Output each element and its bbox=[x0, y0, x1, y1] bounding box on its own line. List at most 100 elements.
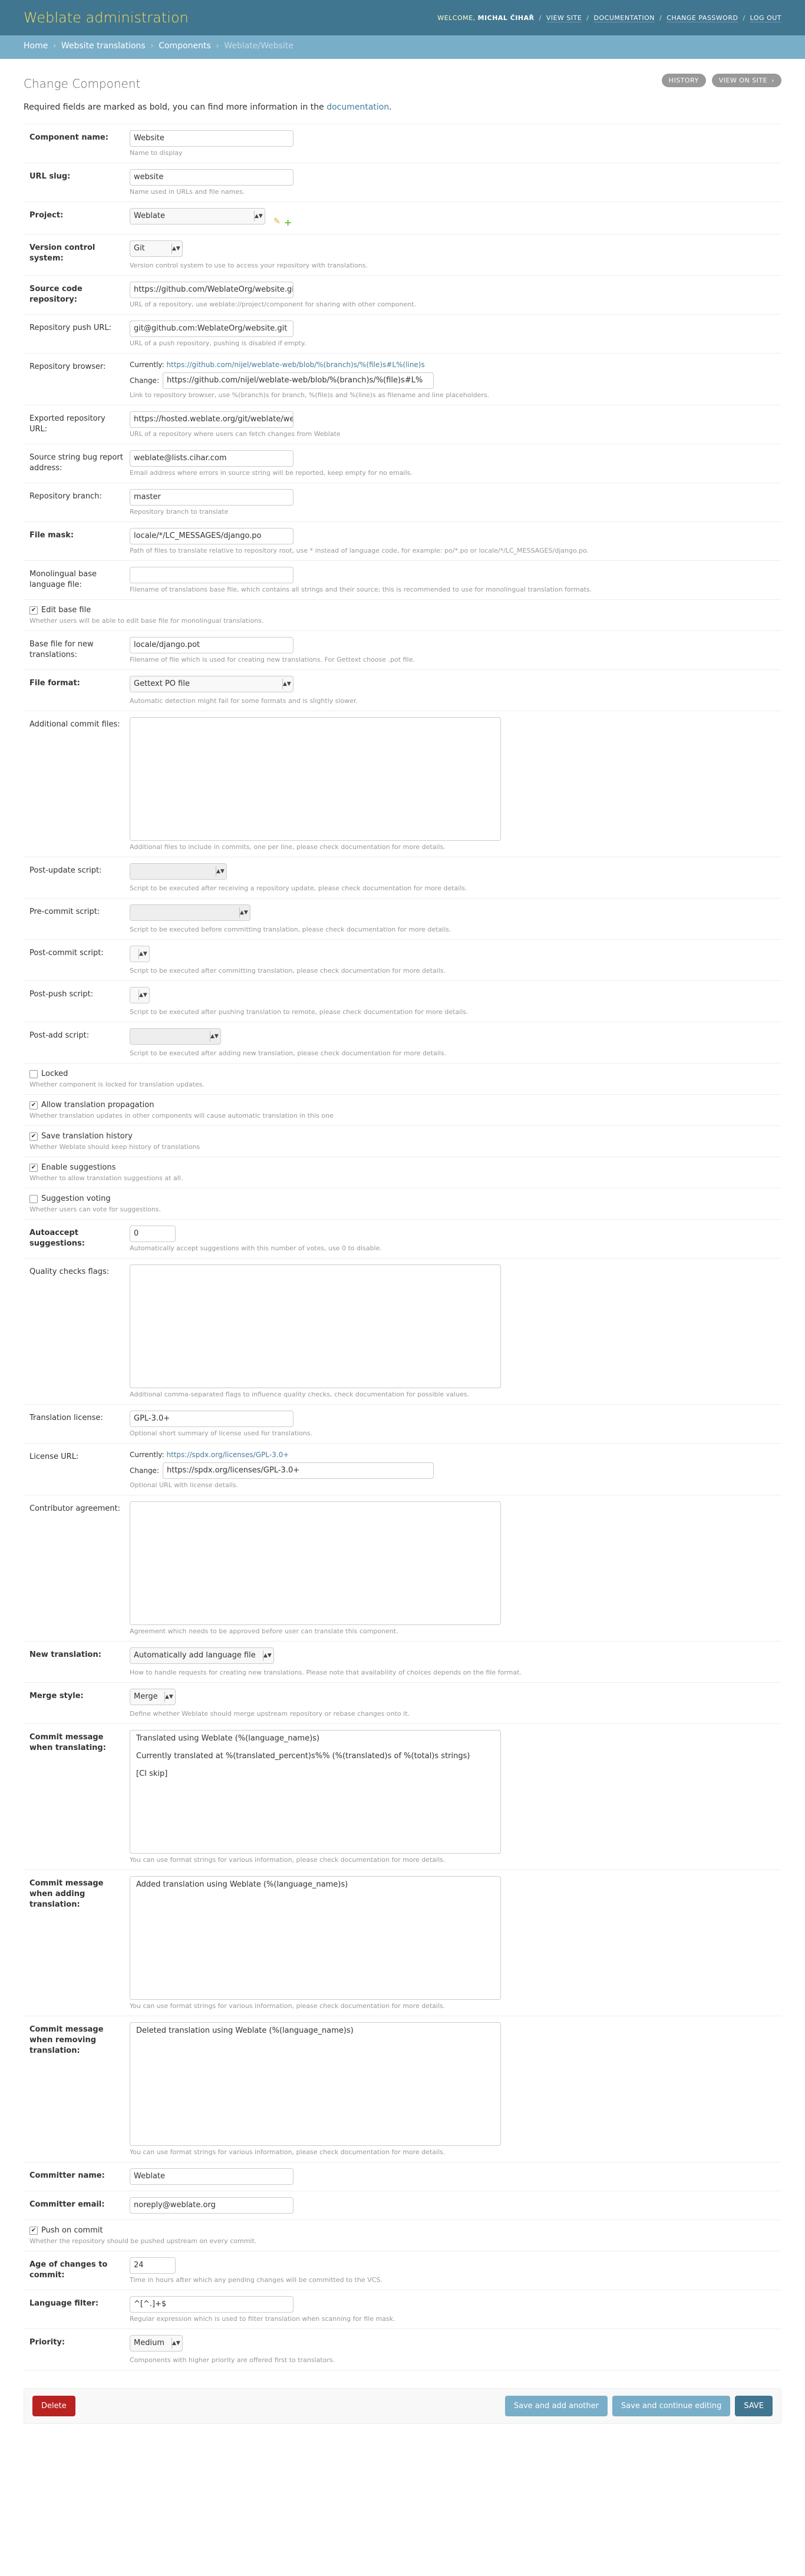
add-project-icon[interactable]: + bbox=[284, 217, 292, 228]
repo-browser-link[interactable]: https://github.com/nijel/weblate-web/blo… bbox=[167, 361, 425, 369]
field-row-bug: Source string bug report address: weblat… bbox=[24, 444, 781, 483]
breadcrumb-app[interactable]: Website translations bbox=[61, 41, 146, 51]
push-url-input[interactable]: git@github.com:WeblateOrg/website.git bbox=[130, 321, 293, 337]
help-text: Repository branch to translate bbox=[130, 508, 229, 516]
submit-row: Delete Save and add another Save and con… bbox=[24, 2388, 781, 2424]
change-label: Change: bbox=[130, 377, 159, 385]
propagation-checkbox[interactable]: ✔ bbox=[29, 1101, 38, 1109]
intro-text: Required fields are marked as bold, you … bbox=[24, 103, 392, 112]
help-text: Whether users can vote for suggestions. bbox=[29, 1206, 161, 1213]
field-label: License URL: bbox=[29, 1452, 79, 1461]
chevron-down-icon: ▲▼ bbox=[263, 1650, 272, 1661]
new-base-input[interactable]: locale/django.pot bbox=[130, 637, 293, 653]
history-checkbox[interactable]: ✔ bbox=[29, 1132, 38, 1141]
field-row-merge: Merge style: Merge ▲▼ Define whether Webl… bbox=[24, 1683, 781, 1724]
commit-message-textarea[interactable]: Translated using Weblate (%(language_nam… bbox=[130, 1730, 501, 1854]
help-text: Script to be executed after pushing tran… bbox=[130, 1008, 469, 1016]
field-row-slug: URL slug: website Name used in URLs and … bbox=[24, 163, 781, 202]
suggestions-checkbox[interactable]: ✔ bbox=[29, 1163, 38, 1172]
repo-browser-input[interactable]: https://github.com/nijel/weblate-web/blo… bbox=[163, 372, 434, 389]
documentation-inline-link[interactable]: documentation bbox=[326, 103, 389, 112]
field-label: Contributor agreement: bbox=[29, 1504, 120, 1513]
post-add-select[interactable]: ▲▼ bbox=[130, 1028, 221, 1045]
new-translation-select[interactable]: Automatically add language file ▲▼ bbox=[130, 1647, 274, 1664]
commit-age-input[interactable]: 24 bbox=[130, 2257, 176, 2274]
voting-checkbox[interactable] bbox=[29, 1194, 38, 1203]
slug-input[interactable]: website bbox=[130, 169, 293, 186]
post-update-select[interactable]: ▲▼ bbox=[130, 863, 227, 880]
push-on-commit-checkbox[interactable]: ✔ bbox=[29, 2226, 38, 2235]
save-button[interactable]: SAVE bbox=[735, 2396, 773, 2416]
autoaccept-input[interactable]: 0 bbox=[130, 1226, 176, 1242]
help-text: URL of a repository where users can fetc… bbox=[130, 430, 341, 438]
field-row-new-base: Base file for new translations: locale/d… bbox=[24, 631, 781, 670]
help-text: Automatic detection might fail for some … bbox=[130, 697, 358, 705]
language-filter-input[interactable]: ^[^.]+$ bbox=[130, 2296, 293, 2313]
field-row-monolingual: Monolingual base language file: Filename… bbox=[24, 561, 781, 600]
change-password-link[interactable]: Change password bbox=[667, 14, 738, 22]
exported-url-input[interactable]: https://hosted.weblate.org/git/weblate/w… bbox=[130, 411, 293, 428]
file-format-select[interactable]: Gettext PO file ▲▼ bbox=[130, 676, 293, 692]
field-row-file-format: File format: Gettext PO file ▲▼ Automatic… bbox=[24, 670, 781, 711]
field-label: Commit message when adding translation: bbox=[29, 1879, 104, 1910]
breadcrumb-components[interactable]: Components bbox=[159, 41, 211, 51]
help-text: Whether to allow translation suggestions… bbox=[29, 1174, 183, 1182]
agreement-textarea[interactable] bbox=[130, 1501, 501, 1625]
check-flags-textarea[interactable] bbox=[130, 1264, 501, 1388]
post-push-select[interactable]: ▲▼ bbox=[130, 987, 150, 1003]
help-text: Regular expression which is used to filt… bbox=[130, 2315, 395, 2323]
header: Weblate administration Welcome, Michal Č… bbox=[0, 0, 805, 35]
help-text: Components with higher priority are offe… bbox=[130, 2356, 335, 2364]
field-row-project: Project: Weblate ▲▼ ✎ + bbox=[24, 202, 781, 235]
help-text: Script to be executed after committing t… bbox=[130, 967, 446, 975]
help-text: Name to display bbox=[130, 149, 183, 157]
documentation-link[interactable]: Documentation bbox=[593, 14, 655, 22]
save-continue-button[interactable]: Save and continue editing bbox=[612, 2396, 731, 2416]
edit-project-icon[interactable]: ✎ bbox=[273, 217, 281, 228]
logout-link[interactable]: Log out bbox=[750, 14, 781, 22]
post-commit-select[interactable]: ▲▼ bbox=[130, 946, 150, 962]
field-label: Repository browser: bbox=[29, 362, 106, 371]
monolingual-input[interactable] bbox=[130, 567, 293, 583]
priority-select[interactable]: Medium ▲▼ bbox=[130, 2335, 183, 2352]
license-url-input[interactable]: https://spdx.org/licenses/GPL-3.0+ bbox=[163, 1462, 434, 1479]
help-text: Whether translation updates in other com… bbox=[29, 1112, 334, 1119]
edit-base-file-checkbox[interactable]: ✔ bbox=[29, 606, 38, 615]
repo-input[interactable]: https://github.com/WeblateOrg/website.gi… bbox=[130, 282, 293, 298]
breadcrumb-home[interactable]: Home bbox=[24, 41, 48, 51]
pre-commit-select[interactable]: ▲▼ bbox=[130, 904, 250, 921]
field-label: Source string bug report address: bbox=[29, 453, 123, 473]
view-site-link[interactable]: View site bbox=[546, 14, 582, 22]
field-row-agreement: Contributor agreement: Agreement which n… bbox=[24, 1495, 781, 1642]
field-row-branch: Repository branch: master Repository bra… bbox=[24, 483, 781, 522]
committer-name-input[interactable]: Weblate bbox=[130, 2168, 293, 2185]
chevron-down-icon: ▲▼ bbox=[171, 243, 180, 254]
delete-button[interactable]: Delete bbox=[32, 2396, 75, 2416]
history-button[interactable]: History bbox=[661, 74, 706, 87]
delete-message-textarea[interactable]: Deleted translation using Weblate (%(lan… bbox=[130, 2022, 501, 2146]
field-row-extra-commit: Additional commit files: Additional file… bbox=[24, 711, 781, 857]
license-url-link[interactable]: https://spdx.org/licenses/GPL-3.0+ bbox=[167, 1451, 289, 1459]
field-label: Base file for new translations: bbox=[29, 640, 94, 660]
field-row-post-update: Post-update script: ▲▼ Script to be exec… bbox=[24, 857, 781, 899]
extra-commit-textarea[interactable] bbox=[130, 717, 501, 841]
field-label: Additional commit files: bbox=[29, 720, 120, 729]
site-branding[interactable]: Weblate administration bbox=[24, 9, 189, 26]
field-row-pre-commit: Pre-commit script: ▲▼ Script to be execu… bbox=[24, 899, 781, 940]
committer-email-input[interactable]: noreply@weblate.org bbox=[130, 2197, 293, 2214]
merge-style-select[interactable]: Merge ▲▼ bbox=[130, 1689, 176, 1705]
locked-checkbox[interactable] bbox=[29, 1069, 38, 1078]
chevron-down-icon: ▲▼ bbox=[138, 949, 147, 959]
field-label: Commit message when translating: bbox=[29, 1733, 106, 1753]
branch-input[interactable]: master bbox=[130, 489, 293, 506]
license-input[interactable]: GPL-3.0+ bbox=[130, 1411, 293, 1427]
bug-email-input[interactable]: weblate@lists.cihar.com bbox=[130, 450, 293, 467]
project-select[interactable]: Weblate ▲▼ bbox=[130, 208, 265, 224]
filemask-input[interactable]: locale/*/LC_MESSAGES/django.po bbox=[130, 528, 293, 544]
field-row-exported: Exported repository URL: https://hosted.… bbox=[24, 405, 781, 444]
save-add-another-button[interactable]: Save and add another bbox=[504, 2396, 608, 2416]
component-name-input[interactable]: Website bbox=[130, 130, 293, 147]
add-message-textarea[interactable]: Added translation using Weblate (%(langu… bbox=[130, 1876, 501, 2000]
view-on-site-button[interactable]: View on site › bbox=[711, 74, 781, 87]
vcs-select[interactable]: Git ▲▼ bbox=[130, 240, 183, 257]
